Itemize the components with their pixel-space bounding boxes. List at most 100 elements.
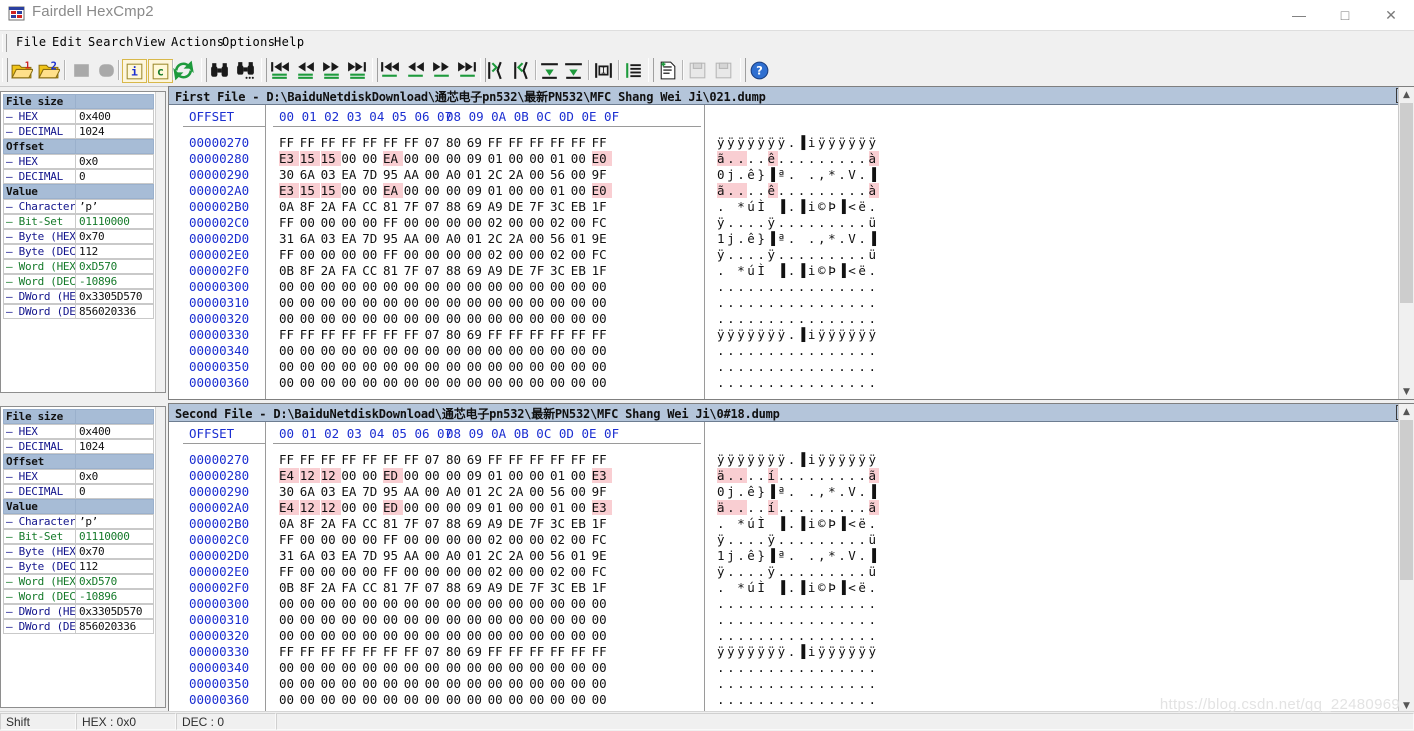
first-file-hex-byte[interactable]: 00: [508, 359, 528, 374]
second-file-hex-byte[interactable]: 00: [383, 628, 403, 643]
first-file-ascii-char[interactable]: .: [848, 247, 858, 262]
second-file-ascii-char[interactable]: Ì: [757, 516, 767, 531]
second-file-hex-byte[interactable]: 00: [362, 532, 382, 547]
first-file-ascii-char[interactable]: .: [768, 311, 778, 326]
second-file-ascii-char[interactable]: .: [838, 692, 848, 707]
first-file-ascii-char[interactable]: ÿ: [717, 327, 727, 342]
second-file-hex-byte[interactable]: A9: [488, 580, 508, 595]
second-file-hex-byte[interactable]: 00: [529, 564, 549, 579]
find-button[interactable]: [208, 59, 231, 81]
second-file-ascii-char[interactable]: .: [858, 532, 868, 547]
second-file-ascii-char[interactable]: .: [747, 500, 757, 515]
second-file-hex-byte[interactable]: 56: [550, 548, 570, 563]
second-file-ascii-char[interactable]: ▐: [838, 516, 848, 531]
second-file-hex-byte[interactable]: 00: [425, 628, 445, 643]
first-file-hex-byte[interactable]: 00: [321, 311, 341, 326]
first-file-hex-byte[interactable]: FF: [383, 327, 403, 342]
second-file-ascii-char[interactable]: ã: [868, 468, 879, 483]
first-file-ascii-char[interactable]: ÿ: [768, 247, 778, 262]
second-file-ascii-char[interactable]: .: [717, 580, 727, 595]
second-file-info-row[interactable]: – HEX 0x400: [3, 424, 154, 439]
second-file-ascii-char[interactable]: V: [848, 548, 858, 563]
second-file-ascii-char[interactable]: ÿ: [747, 452, 757, 467]
first-file-hex-byte[interactable]: FF: [529, 327, 549, 342]
second-file-hex-byte[interactable]: DE: [508, 580, 528, 595]
first-file-ascii-char[interactable]: .: [757, 311, 767, 326]
second-file-ascii-char[interactable]: .: [818, 532, 828, 547]
first-file-hex-byte[interactable]: 00: [341, 375, 361, 390]
first-file-ascii-char[interactable]: .: [788, 375, 798, 390]
first-file-hex-byte[interactable]: 00: [341, 151, 361, 166]
first-file-ascii-char[interactable]: .: [778, 215, 788, 230]
first-file-ascii-char[interactable]: [727, 199, 737, 214]
first-file-ascii-char[interactable]: V: [848, 231, 858, 246]
first-file-ascii-char[interactable]: [768, 199, 778, 214]
second-file-ascii-char[interactable]: .: [727, 532, 737, 547]
first-file-hex-byte[interactable]: 56: [550, 167, 570, 182]
second-file-hex-byte[interactable]: 00: [571, 596, 591, 611]
second-file-hex-byte[interactable]: 00: [341, 628, 361, 643]
first-file-hex-byte[interactable]: 00: [362, 375, 382, 390]
first-file-hex-byte[interactable]: 7F: [404, 263, 424, 278]
second-file-ascii-char[interactable]: ,: [818, 548, 828, 563]
first-file-ascii-char[interactable]: .: [747, 375, 757, 390]
first-file-hex-byte[interactable]: 00: [362, 279, 382, 294]
second-file-ascii-char[interactable]: .: [737, 676, 747, 691]
second-file-ascii-char[interactable]: .: [838, 548, 848, 563]
first-file-ascii-char[interactable]: [798, 231, 808, 246]
second-file-ascii-char[interactable]: .: [858, 692, 868, 707]
first-file-hex-byte[interactable]: 00: [508, 215, 528, 230]
second-file-ascii-char[interactable]: ÿ: [838, 452, 848, 467]
first-file-ascii-char[interactable]: .: [818, 295, 828, 310]
second-file-ascii-char[interactable]: .: [858, 612, 868, 627]
second-file-hex-byte[interactable]: EA: [341, 484, 361, 499]
first-file-hex-byte[interactable]: 00: [404, 247, 424, 262]
first-file-ascii-char[interactable]: .: [869, 359, 879, 374]
first-file-hex-byte[interactable]: 00: [446, 311, 466, 326]
second-file-hex-byte[interactable]: 00: [508, 676, 528, 691]
first-file-hex-byte[interactable]: E0: [591, 151, 612, 166]
menu-item-help[interactable]: Help: [270, 33, 309, 52]
second-file-hex-byte[interactable]: 09: [467, 500, 487, 515]
second-file-hex-byte[interactable]: 00: [362, 628, 382, 643]
first-file-ascii-char[interactable]: .: [818, 343, 828, 358]
first-file-hex-byte[interactable]: FF: [529, 135, 549, 150]
second-file-ascii-char[interactable]: .: [838, 564, 848, 579]
second-file-ascii-char[interactable]: .: [838, 660, 848, 675]
first-file-info-row[interactable]: – HEX 0x400: [3, 109, 154, 124]
first-file-hex-byte[interactable]: 01: [550, 183, 570, 198]
second-file-ascii-char[interactable]: i: [808, 516, 818, 531]
second-file-hex-byte[interactable]: 00: [321, 596, 341, 611]
first-file-ascii-char[interactable]: ê: [767, 183, 778, 198]
second-file-ascii-char[interactable]: .: [818, 692, 828, 707]
first-file-ascii-char[interactable]: .: [798, 375, 808, 390]
second-file-ascii-char[interactable]: .: [838, 676, 848, 691]
first-file-hex-byte[interactable]: 07: [425, 327, 445, 342]
second-file-hex-byte[interactable]: FF: [383, 564, 403, 579]
first-file-hex-byte[interactable]: 03: [321, 231, 341, 246]
previous-equal-block-button[interactable]: [404, 59, 427, 81]
previous-difference-button[interactable]: [294, 59, 317, 81]
second-file-hex-byte[interactable]: 00: [341, 532, 361, 547]
second-file-ascii-char[interactable]: .: [828, 612, 838, 627]
first-file-ascii-char[interactable]: .: [858, 279, 868, 294]
first-file-ascii-char[interactable]: ÿ: [848, 135, 858, 150]
second-file-hex-byte[interactable]: FF: [508, 644, 528, 659]
first-file-ascii-char[interactable]: .: [757, 183, 767, 198]
first-file-ascii-char[interactable]: .: [818, 215, 828, 230]
second-file-hex-byte[interactable]: EB: [571, 516, 591, 531]
first-file-hex-byte[interactable]: 9E: [592, 231, 612, 246]
first-file-hex-byte[interactable]: FF: [488, 135, 508, 150]
second-file-hex-byte[interactable]: 00: [571, 612, 591, 627]
first-file-hex-byte[interactable]: 6A: [300, 167, 320, 182]
second-file-hex-byte[interactable]: 00: [467, 532, 487, 547]
first-file-ascii-char[interactable]: ÿ: [757, 327, 767, 342]
first-file-ascii-char[interactable]: .: [727, 375, 737, 390]
second-file-hex-byte[interactable]: 00: [404, 628, 424, 643]
first-file-ascii-char[interactable]: ú: [747, 263, 757, 278]
second-file-ascii-char[interactable]: .: [788, 500, 798, 515]
second-file-ascii-char[interactable]: .: [858, 564, 868, 579]
second-file-info-row[interactable]: – DECIMAL 0: [3, 484, 154, 499]
second-file-hex-byte[interactable]: 88: [446, 580, 466, 595]
second-file-ascii-char[interactable]: .: [858, 500, 868, 515]
